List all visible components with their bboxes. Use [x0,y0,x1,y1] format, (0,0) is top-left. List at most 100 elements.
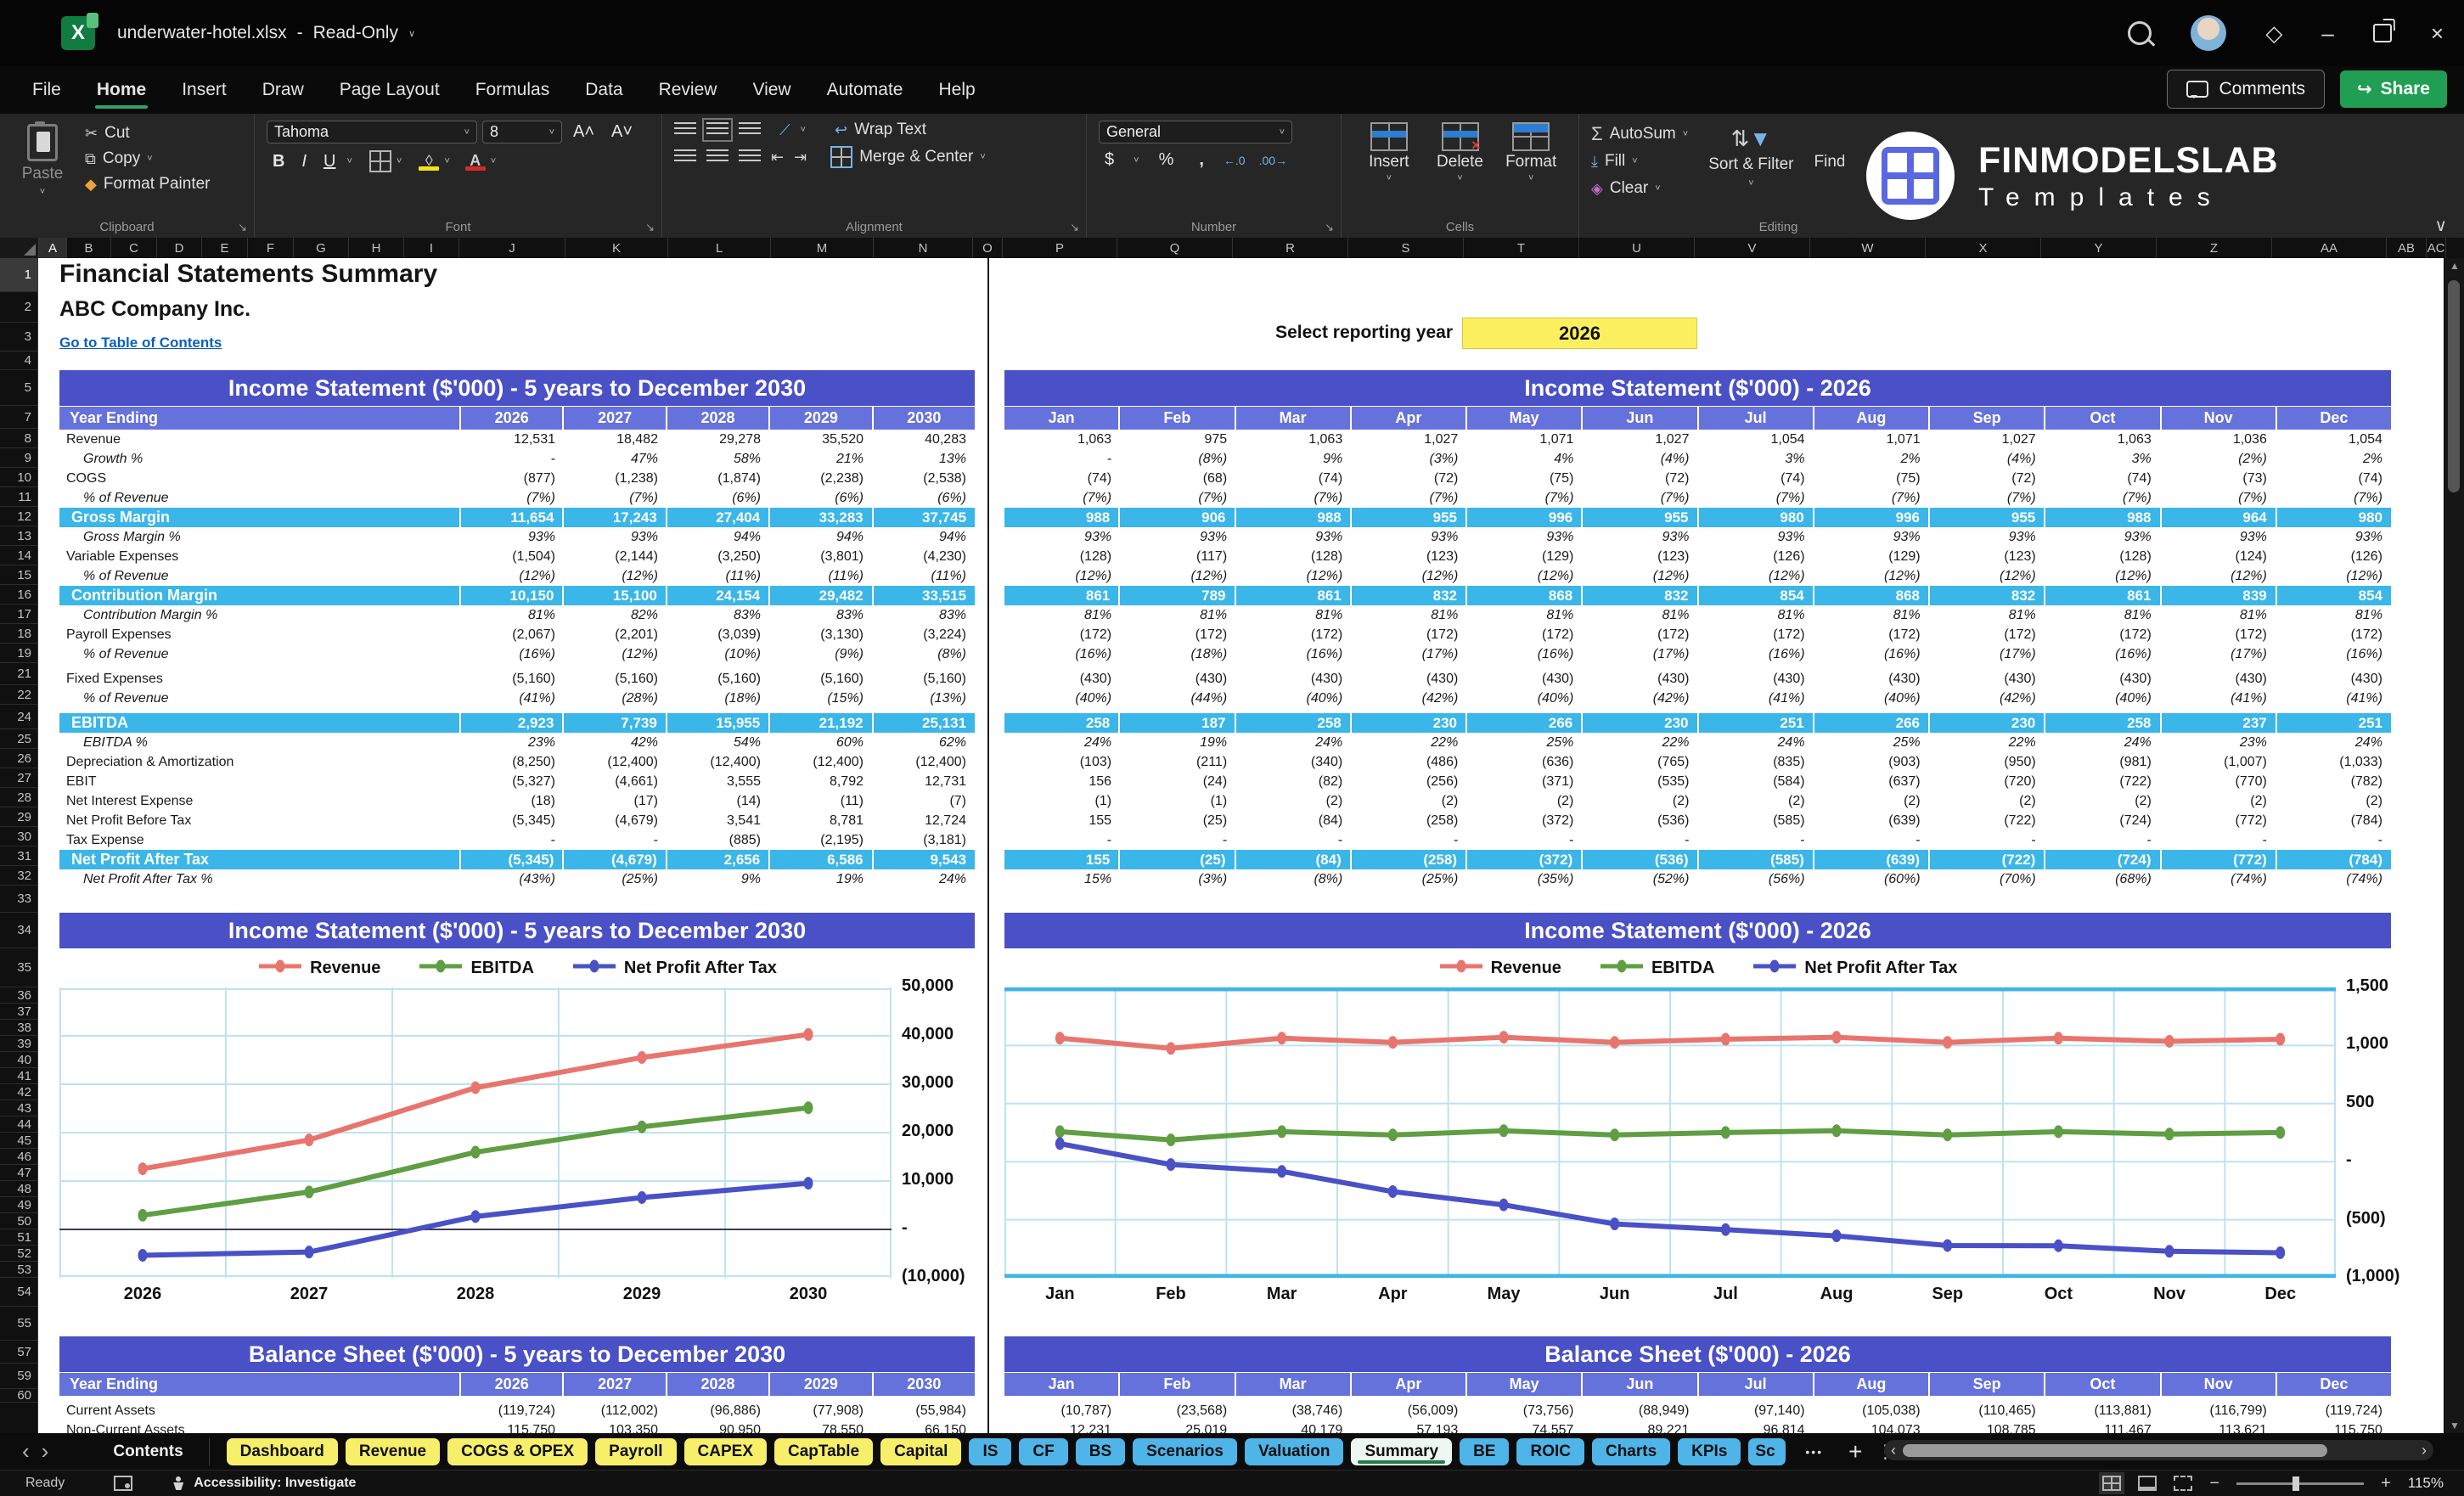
cell[interactable]: (12%) [1814,569,1929,584]
align-middle-icon[interactable] [702,118,733,142]
sheet-tab-scenarios[interactable]: Scenarios [1133,1437,1237,1465]
orientation-icon[interactable]: ⟋ [779,121,790,139]
cell[interactable]: (430) [1466,672,1582,687]
row-header-7[interactable]: 7 [0,406,37,429]
cell[interactable]: 996 [1814,508,1930,527]
cell[interactable]: (12%) [1929,569,2045,584]
row-header-57[interactable]: 57 [0,1341,37,1364]
cell[interactable]: (12%) [564,569,667,584]
cell[interactable]: 58% [667,452,769,467]
cell[interactable]: (40%) [1466,691,1582,706]
column-header-Y[interactable]: Y [2041,238,2157,258]
cell[interactable]: (5,327) [461,774,564,790]
sheet-tab-is[interactable]: IS [969,1437,1012,1465]
cell[interactable]: 93% [1351,530,1466,545]
cell[interactable]: (41%) [1697,691,1813,706]
cell[interactable]: 155 [1004,850,1121,869]
cell[interactable]: 24% [1004,735,1120,751]
row-label[interactable]: Non-Current Assets [59,1423,461,1434]
cell[interactable]: 93% [2045,530,2160,545]
cell[interactable]: 81% [1697,608,1813,623]
cell[interactable]: (25%) [564,872,667,887]
cell[interactable]: 111,467 [2045,1423,2160,1434]
cell[interactable]: (430) [1235,672,1351,687]
number-format-combo[interactable]: General ˅ [1099,121,1292,143]
cell[interactable]: 868 [1814,586,1930,605]
cell[interactable]: (430) [1351,672,1466,687]
cell[interactable]: (129) [1814,549,1929,565]
cell[interactable]: 22% [1929,735,2045,751]
cell[interactable]: (430) [1929,672,2045,687]
search-icon[interactable] [2128,21,2152,45]
cell[interactable]: 93% [564,530,667,545]
cell[interactable]: 15% [1004,872,1120,887]
row-header-16[interactable]: 16 [0,585,37,605]
more-sheets-icon[interactable]: ••• [1805,1445,1823,1459]
row-label[interactable]: EBITDA % [59,735,461,751]
cell[interactable]: 93% [1814,530,1929,545]
cell[interactable]: 33,515 [874,586,975,605]
cell[interactable]: (40%) [1004,691,1120,706]
cell[interactable]: 2,923 [461,713,565,733]
cell[interactable]: (3%) [1120,872,1235,887]
cell[interactable]: (16%) [1814,647,1929,662]
cell[interactable]: 258 [2045,713,2162,733]
cell[interactable]: 81% [461,608,564,623]
cell[interactable]: 81% [2160,608,2276,623]
cell[interactable]: 35,520 [769,432,872,447]
cell[interactable]: (372) [1466,813,1582,829]
cell[interactable]: 861 [2045,586,2162,605]
cell[interactable]: (7%) [2160,491,2276,506]
cell[interactable]: 83% [667,608,769,623]
fill-button[interactable]: ⤓ Fill ˅ [1591,148,1688,175]
cell[interactable]: (1) [1120,794,1235,809]
cell[interactable]: (70%) [1929,872,2045,887]
avatar[interactable] [2191,15,2227,51]
cell[interactable]: 24,154 [667,586,771,605]
insert-cells-button[interactable]: Insert ˅ [1353,122,1425,183]
cell[interactable]: (12%) [1120,569,1235,584]
sheet-tab-roic[interactable]: ROIC [1516,1437,1584,1465]
cell[interactable]: 42% [564,735,667,751]
cell[interactable]: (16%) [1235,647,1351,662]
cell[interactable]: (96,886) [667,1403,769,1419]
cell[interactable]: 1,063 [1004,432,1120,447]
column-header-K[interactable]: K [565,238,668,258]
cell[interactable]: (15%) [769,691,872,706]
cell[interactable]: (124) [2160,549,2276,565]
cell[interactable]: (88,949) [1582,1403,1697,1419]
row-header-4[interactable]: 4 [0,352,37,370]
cell[interactable]: - [1929,833,2045,848]
row-header-33[interactable]: 33 [0,886,37,913]
column-header[interactable]: Feb [1120,407,1236,430]
zoom-level[interactable]: 115% [2408,1475,2444,1492]
delete-cells-button[interactable]: × Delete ˅ [1425,122,1496,183]
cell[interactable]: 1,054 [2276,432,2391,447]
cell[interactable]: (123) [1582,549,1697,565]
cell[interactable]: (430) [1582,672,1697,687]
wrap-text-button[interactable]: ↩ Wrap Text [835,121,926,139]
share-button[interactable]: ↪ Share [2340,70,2447,108]
cell[interactable]: (722) [1929,813,2045,829]
row-header-53[interactable]: 53 [0,1262,37,1278]
cell[interactable]: 113,621 [2160,1423,2276,1434]
row-label[interactable]: Fixed Expenses [59,672,461,687]
row-header-39[interactable]: 39 [0,1036,37,1052]
font-name-combo[interactable]: Tahoma ˅ [267,121,477,143]
cell[interactable]: (172) [2045,627,2160,643]
tabs-scroll-left-icon[interactable]: ‹ [22,1438,30,1465]
cell[interactable]: (42%) [1929,691,2045,706]
cell[interactable]: 25,131 [874,713,975,733]
cell[interactable]: (18%) [1120,647,1235,662]
column-header[interactable]: Sep [1930,407,2046,430]
cell[interactable]: (128) [1004,549,1120,565]
cell[interactable]: (123) [1929,549,2045,565]
cell[interactable]: 15,955 [667,713,771,733]
cell[interactable]: (2,067) [461,627,564,643]
row-header-37[interactable]: 37 [0,1004,37,1020]
cell[interactable]: (11) [769,794,872,809]
cell[interactable]: (16%) [1004,647,1120,662]
column-header-Q[interactable]: Q [1117,238,1233,258]
cell[interactable]: (84) [1235,813,1351,829]
cell[interactable]: 980 [1699,508,1814,527]
